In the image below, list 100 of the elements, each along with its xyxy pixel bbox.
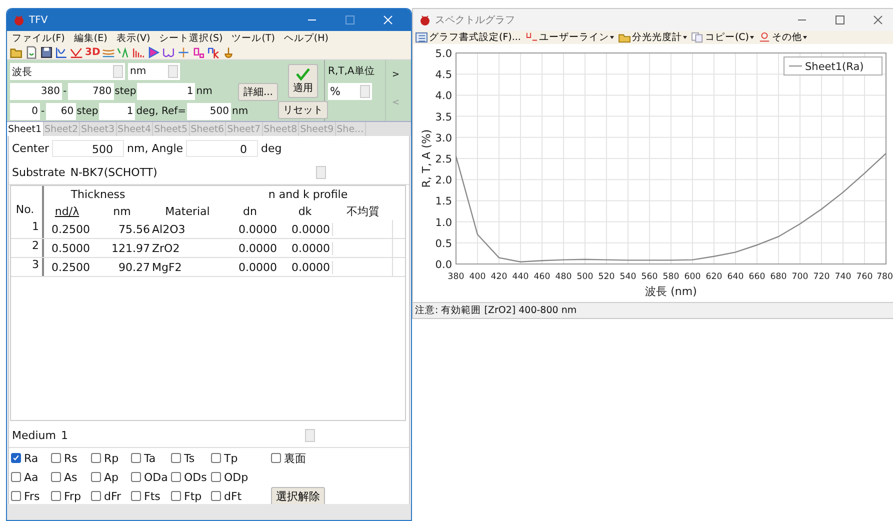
back-side-checkbox[interactable]: 裏面 [271, 450, 321, 466]
column-group-header: n and k profile [267, 188, 349, 201]
checkbox-label: Frp [64, 490, 82, 502]
y-tick-label: 0.5 [435, 238, 452, 250]
menu-item[interactable]: ファイル(F) [12, 32, 65, 45]
menu-item[interactable]: 編集(E) [74, 32, 108, 45]
checkbox-label: Rs [64, 452, 78, 464]
y-tick-label: 0.0 [435, 259, 452, 271]
apply-button[interactable]: 適用 [288, 64, 318, 98]
output-checkbox[interactable]: Ta [131, 452, 171, 464]
x-tick-label: 400 [469, 272, 486, 282]
output-checkbox[interactable]: ODs [171, 470, 211, 484]
toolbar-button[interactable]: ユーザーライン [524, 31, 614, 44]
checkbox-label: Rp [104, 452, 119, 464]
dash-label: - [63, 86, 67, 97]
axis-select[interactable]: 波長 [10, 63, 125, 80]
toolbar-button[interactable]: 分光光度計 [618, 31, 687, 44]
center-field[interactable]: 500 [52, 140, 124, 156]
toolbar-button[interactable]: グラフ書式設定(F)... [415, 31, 521, 44]
menu-item[interactable]: ツール(T) [232, 32, 275, 45]
table-cell-text: 0.2500 [50, 222, 91, 236]
ref-field[interactable]: 500 [187, 103, 232, 120]
angle-step-field[interactable]: 1 [99, 103, 136, 120]
table-cell-text: 0.0000 [238, 222, 278, 236]
checkbox-label: 裏面 [284, 450, 306, 466]
angle-to-field[interactable]: 60 [46, 103, 76, 120]
y-tick-label: 2.5 [435, 154, 452, 166]
output-checkbox[interactable]: ODp [211, 470, 251, 484]
output-checkbox[interactable]: Fts [131, 490, 171, 502]
checkbox-label: Ftp [184, 490, 202, 502]
output-checkbox[interactable]: Rp [91, 452, 131, 464]
output-checkbox[interactable]: dFt [211, 490, 251, 502]
angle-label: nm, Angle [127, 142, 184, 154]
x-tick-label: 720 [813, 272, 830, 282]
angle-field[interactable]: 0 [186, 140, 258, 156]
center-label: Center [12, 142, 50, 154]
column-header: nm [112, 205, 132, 218]
y-tick-label: 3.5 [435, 111, 452, 124]
menu-item[interactable]: ヘルプ(H) [284, 32, 328, 45]
output-checkbox[interactable]: Aa [11, 470, 51, 484]
output-checkbox[interactable]: Ap [91, 470, 131, 484]
x-tick-label: 700 [792, 272, 808, 282]
y-tick-label: 1.0 [435, 216, 452, 229]
toolbar-button[interactable]: コピー(C) [690, 31, 754, 44]
toolbar-button[interactable]: その他 [758, 31, 807, 44]
output-checkbox[interactable]: Frs [11, 490, 51, 502]
output-checkbox[interactable]: ODa [131, 470, 171, 484]
x-tick-label: 680 [770, 272, 787, 282]
y-tick-label: 2.0 [435, 174, 452, 187]
y-tick-label: 3.0 [435, 132, 452, 144]
column-header: No. [11, 203, 44, 220]
detail-button[interactable]: 詳細... [238, 82, 278, 100]
table-cell-text: 121.97 [110, 242, 151, 254]
window-title: スペクトルグラフ [435, 14, 515, 27]
table-cell-text: 0.0000 [238, 242, 278, 254]
table-cell: 3 [11, 258, 44, 276]
output-checkbox[interactable]: Ra [11, 452, 51, 464]
3d-button[interactable]: 3D [85, 47, 100, 58]
expand-arrow[interactable]: > [392, 70, 400, 80]
table-cell-text: 0.2500 [50, 260, 91, 274]
checkbox-label: Ts [184, 452, 195, 464]
table-cell: 2 [11, 239, 44, 257]
checkbox-label: Tp [224, 452, 238, 464]
x-tick-label: 580 [662, 272, 680, 282]
x-tick-label: 480 [555, 272, 572, 282]
output-checkbox[interactable]: Rs [51, 452, 91, 464]
table-cell: 0.0000 [279, 242, 333, 254]
output-checkbox[interactable]: Ftp [171, 490, 211, 502]
output-checkbox[interactable]: Ts [171, 452, 211, 464]
x-tick-label: 420 [490, 272, 508, 282]
x-tick-label: 780 [876, 272, 893, 282]
x-axis-title: 波長 (nm) [645, 285, 697, 298]
table-cell-text: 90.27 [118, 260, 151, 274]
y-axis-title: R, T, A (%) [420, 129, 433, 188]
menu-item[interactable]: シート選択(S) [159, 32, 223, 45]
from-field[interactable]: 380 [10, 83, 62, 100]
y-tick-label: 4.0 [435, 90, 452, 102]
checkbox-label: ODa [144, 470, 168, 484]
x-tick-label: 500 [576, 272, 594, 282]
output-checkbox[interactable]: dFr [91, 490, 131, 502]
checkbox-label: Ap [104, 470, 119, 484]
table-cell-text: 0.0000 [238, 260, 278, 274]
output-checkbox[interactable]: Frp [51, 490, 91, 502]
clear-selection-button[interactable]: 選択解除 [271, 486, 325, 506]
angle-from-field[interactable]: 0 [10, 103, 40, 120]
reset-button[interactable]: リセット [278, 101, 328, 119]
substrate-select[interactable]: N-BK7(SCHOTT) [68, 164, 328, 180]
menu-item[interactable]: 表示(V) [116, 32, 150, 45]
step-field[interactable]: 1 [137, 83, 196, 100]
units-select[interactable]: % [328, 83, 372, 100]
unit-select[interactable]: nm [128, 63, 180, 80]
y-tick-label: 4.5 [435, 69, 452, 82]
ref-label: deg, Ref= [136, 106, 186, 117]
table-cell-text: 0.5000 [50, 242, 91, 254]
column-header: 不均質 [346, 204, 380, 219]
sheet-tab[interactable]: Sheet1 [7, 122, 44, 136]
x-tick-label: 760 [856, 272, 873, 282]
output-checkbox[interactable]: Tp [211, 452, 251, 464]
output-checkbox[interactable]: As [51, 470, 91, 484]
to-field[interactable]: 780 [68, 83, 114, 100]
